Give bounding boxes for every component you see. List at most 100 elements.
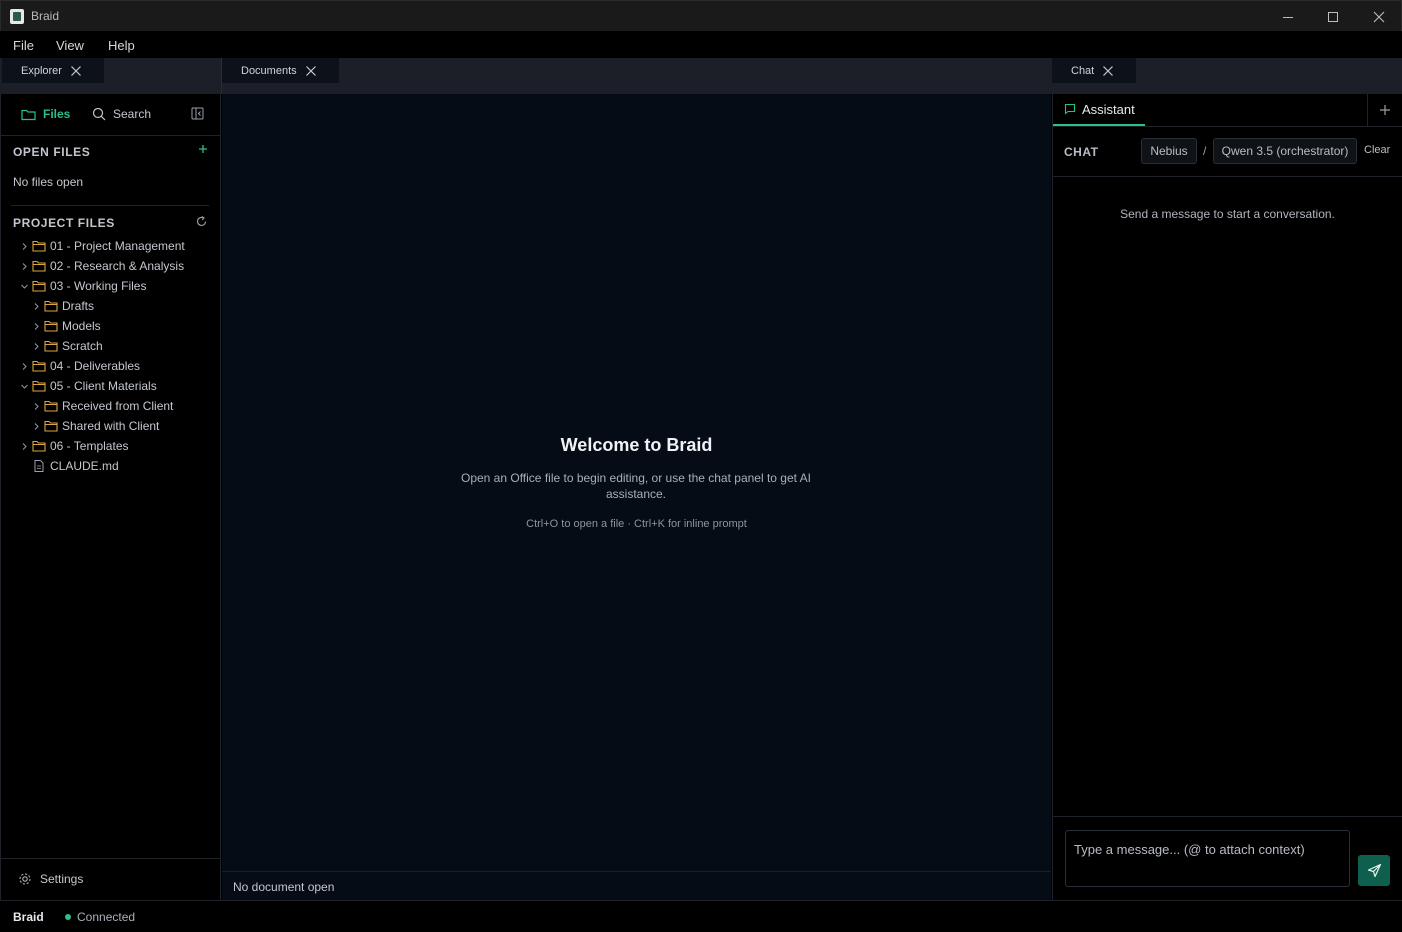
documents-tabstrip: Documents [221,58,1052,94]
tree-folder-row[interactable]: 02 - Research & Analysis [18,256,218,276]
settings-label: Settings [40,872,84,886]
refresh-project-button[interactable] [195,215,208,228]
model-select[interactable]: Qwen 3.5 (orchestrator) [1213,138,1357,164]
search-view-button[interactable]: Search [92,107,151,121]
tree-folder-row[interactable]: 01 - Project Management [18,236,218,256]
provider-select[interactable]: Nebius [1141,138,1197,164]
tree-folder-row[interactable]: 04 - Deliverables [18,356,218,376]
window-title: Braid [31,9,60,23]
tree-folder-row[interactable]: Received from Client [18,396,218,416]
menu-file[interactable]: File [13,38,34,53]
folder-icon [32,260,46,272]
project-tree: 01 - Project Management 02 - Research & A… [18,236,218,476]
chat-tabstrip: Chat [1052,58,1402,94]
chat-message-input[interactable]: Type a message... (@ to attach context) [1065,830,1350,887]
maximize-icon [1328,11,1338,22]
tree-folder-row[interactable]: 03 - Working Files [18,276,218,296]
tree-item-label: 04 - Deliverables [50,359,141,373]
folder-icon [32,280,46,292]
divider [1,135,221,136]
shortcut-hint: Ctrl+O to open a file · Ctrl+K for inlin… [526,518,747,530]
close-tab-icon[interactable] [1102,65,1114,77]
files-view-button[interactable]: Files [21,107,70,121]
tree-item-label: 01 - Project Management [50,239,185,253]
tree-file-row[interactable]: CLAUDE.md [18,456,218,476]
status-app-name: Braid [13,910,44,924]
divider [1,858,221,859]
menu-bar: File View Help [0,31,1402,58]
tree-item-label: Models [62,319,101,333]
chevron-right-icon[interactable] [30,420,42,432]
connection-status-dot [65,914,71,920]
files-view-label: Files [43,107,71,121]
tab-chat[interactable]: Chat [1052,58,1136,83]
tree-folder-row[interactable]: Drafts [18,296,218,316]
chat-pane: Assistant CHAT Nebius / Qwen 3.5 (orches… [1052,94,1402,900]
chat-empty-message: Send a message to start a conversation. [1120,207,1335,221]
folder-icon [44,420,58,432]
close-window-button[interactable] [1356,1,1402,32]
new-chat-button[interactable] [1379,104,1391,116]
folder-icon [44,400,58,412]
sidebar-collapse-icon [191,107,204,120]
welcome-text: Open an Office file to begin editing, or… [460,471,811,501]
tab-chat-label: Chat [1071,64,1095,77]
divider [1053,176,1402,177]
chevron-down-icon[interactable] [18,280,30,292]
send-message-button[interactable] [1358,855,1390,886]
add-open-file-button[interactable] [197,143,209,155]
chevron-down-icon[interactable] [18,380,30,392]
tree-folder-row[interactable]: Models [18,316,218,336]
chevron-right-icon[interactable] [18,440,30,452]
refresh-icon [196,215,207,227]
documents-pane: Welcome to Braid Open an Office file to … [222,94,1051,871]
chevron-right-icon[interactable] [30,340,42,352]
chevron-right-icon[interactable] [18,260,30,272]
minimize-button[interactable] [1265,1,1311,32]
tab-assistant[interactable]: Assistant [1053,94,1145,126]
chevron-right-icon[interactable] [30,300,42,312]
file-icon [32,460,46,472]
tab-explorer[interactable]: Explorer [2,58,104,83]
title-bar: Braid [0,0,1402,31]
clear-chat-button[interactable]: Clear [1364,144,1390,156]
chevron-right-icon[interactable] [30,400,42,412]
folder-icon [32,440,46,452]
chevron-right-icon[interactable] [18,360,30,372]
tree-folder-row[interactable]: Shared with Client [18,416,218,436]
tree-item-label: 03 - Working Files [50,279,147,293]
send-icon [1367,863,1381,878]
folder-open-icon [21,109,36,120]
maximize-button[interactable] [1310,1,1356,32]
search-icon [92,107,106,121]
welcome-title: Welcome to Braid [560,435,713,455]
tab-documents-label: Documents [241,64,297,77]
minimize-icon [1283,16,1293,18]
chevron-right-icon[interactable] [30,320,42,332]
settings-button[interactable]: Settings [18,872,83,886]
tree-item-label: 05 - Client Materials [50,379,157,393]
tree-folder-row[interactable]: Scratch [18,336,218,356]
tab-explorer-label: Explorer [21,64,62,77]
tree-folder-row[interactable]: 05 - Client Materials [18,376,218,396]
tree-folder-row[interactable]: 06 - Templates [18,436,218,456]
gear-icon [19,873,31,885]
explorer-tabstrip: Explorer [0,58,221,94]
document-status: No document open [233,880,335,894]
close-tab-icon[interactable] [70,65,82,77]
chevron-right-icon[interactable] [18,240,30,252]
tree-item-label: CLAUDE.md [50,459,119,473]
tree-item-label: Received from Client [62,399,174,413]
menu-help[interactable]: Help [108,38,135,53]
collapse-sidebar-button[interactable] [191,107,204,120]
menu-view[interactable]: View [56,38,84,53]
folder-icon [44,340,58,352]
chat-header-label: CHAT [1064,145,1099,159]
open-files-title: OPEN FILES [13,145,91,159]
tab-documents[interactable]: Documents [222,58,339,83]
close-tab-icon[interactable] [305,65,317,77]
divider [1053,816,1402,817]
tree-item-label: Scratch [62,339,103,353]
divider [1367,94,1368,126]
